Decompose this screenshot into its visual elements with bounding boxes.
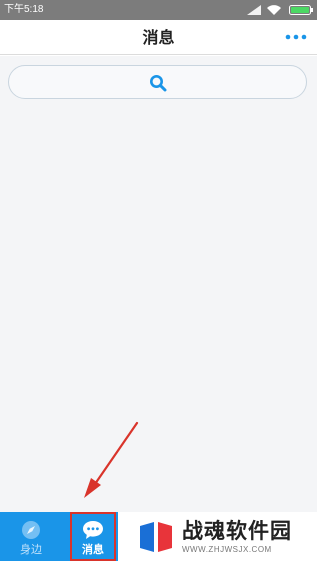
site-watermark: 战魂软件园 WWW.ZHJWSJX.COM xyxy=(128,512,317,561)
chat-bubble-icon xyxy=(83,521,103,539)
battery-icon xyxy=(289,5,313,15)
tab-nearby-label: 身边 xyxy=(20,543,42,556)
tab-messages-label: 消息 xyxy=(82,543,104,556)
header-bar: 消息 xyxy=(0,20,317,55)
search-input[interactable] xyxy=(8,65,307,99)
tab-nearby[interactable]: 身边 xyxy=(0,512,62,561)
more-icon[interactable] xyxy=(285,32,307,42)
message-list-area xyxy=(0,56,317,512)
watermark-title: 战魂软件园 xyxy=(182,519,292,543)
watermark-logo-icon xyxy=(140,522,172,552)
page-title: 消息 xyxy=(142,28,175,47)
search-icon xyxy=(150,75,167,92)
tab-messages[interactable]: 消息 xyxy=(70,512,116,561)
compass-icon xyxy=(22,521,40,539)
signal-icon xyxy=(247,5,261,15)
status-time: 下午5:18 xyxy=(4,4,44,15)
wifi-icon xyxy=(267,5,281,15)
watermark-url: WWW.ZHJWSJX.COM xyxy=(182,545,272,554)
status-bar: 下午5:18 xyxy=(0,0,317,20)
